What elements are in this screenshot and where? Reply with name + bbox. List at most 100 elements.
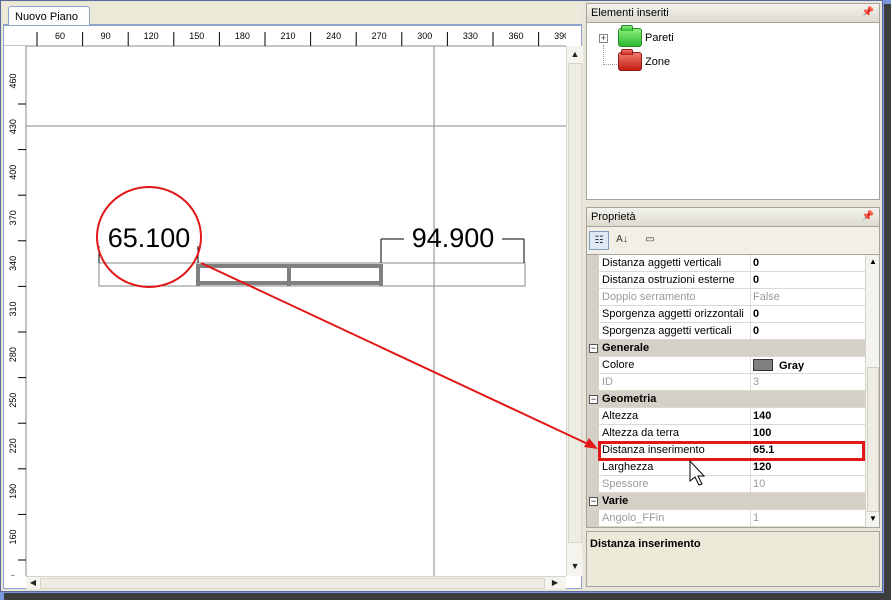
property-name: Doppio serramento xyxy=(602,291,696,303)
property-value[interactable]: 140 xyxy=(753,410,771,422)
property-row[interactable]: ID 3 xyxy=(587,374,865,391)
property-name: ID xyxy=(602,376,613,388)
property-grid-scroll-thumb[interactable] xyxy=(867,367,879,512)
collapse-minus-icon[interactable]: − xyxy=(589,497,598,506)
property-name: Angolo_FFin xyxy=(602,512,665,524)
left-ruler-tick-label: 190 xyxy=(8,484,18,499)
property-row[interactable]: Angolo_FFin 1 xyxy=(587,510,865,527)
property-value[interactable]: 0 xyxy=(753,257,759,269)
property-name: Distanza ostruzioni esterne xyxy=(602,274,735,286)
canvas-vertical-scroll-thumb[interactable] xyxy=(568,63,582,543)
property-row[interactable]: Larghezza 120 xyxy=(587,459,865,476)
scroll-left-arrow-icon[interactable]: ◀ xyxy=(26,577,40,589)
scroll-up-arrow-icon[interactable]: ▲ xyxy=(567,46,583,62)
property-row[interactable]: Distanza inserimento 65.1 xyxy=(587,442,865,459)
window-shadow-right xyxy=(884,4,891,600)
color-name: Gray xyxy=(779,360,805,372)
property-row-gutter xyxy=(587,272,599,289)
top-ruler-tick-label: 240 xyxy=(326,31,341,41)
property-description: Distanza inserimento xyxy=(586,531,880,587)
canvas-horizontal-scroll-thumb[interactable] xyxy=(40,578,545,589)
property-value: 1 xyxy=(753,512,760,524)
property-category-label: Generale xyxy=(602,342,650,354)
property-row[interactable]: Distanza ostruzioni esterne 0 xyxy=(587,272,865,289)
canvas-horizontal-scrollbar[interactable]: ◀ ▶ xyxy=(26,576,566,589)
property-name: Spessore xyxy=(602,478,649,490)
property-value[interactable]: 100 xyxy=(753,427,771,439)
property-category[interactable]: − Varie xyxy=(587,493,865,510)
pin-icon[interactable]: 📌 xyxy=(862,7,874,18)
property-row-gutter xyxy=(587,289,599,306)
property-value[interactable]: 0 xyxy=(753,325,759,337)
pin-icon[interactable]: 📌 xyxy=(862,211,874,222)
scroll-right-arrow-icon[interactable]: ▶ xyxy=(548,577,562,589)
property-column-divider xyxy=(750,408,751,425)
properties-toolbar: ☷ A↓ ▭ xyxy=(586,227,880,254)
property-row-gutter xyxy=(587,459,599,476)
property-value[interactable]: 0 xyxy=(753,308,759,320)
property-row-gutter xyxy=(587,255,599,272)
tree-item-zone[interactable]: Zone xyxy=(587,49,787,73)
property-row-gutter xyxy=(587,323,599,340)
left-ruler-tick-label: 130 xyxy=(8,575,18,576)
top-ruler-tick-label: 90 xyxy=(101,31,111,41)
tree-item-pareti[interactable]: + Pareti xyxy=(587,25,787,49)
alphabetical-sort-icon[interactable]: A↓ xyxy=(612,231,632,250)
property-column-divider xyxy=(750,374,751,391)
property-name: Altezza xyxy=(602,410,639,422)
property-value[interactable]: 0 xyxy=(753,274,759,286)
property-row[interactable]: Altezza da terra 100 xyxy=(587,425,865,442)
expand-plus-icon[interactable]: + xyxy=(599,34,608,43)
property-grid-scrollbar[interactable]: ▲ ▼ xyxy=(865,255,879,527)
property-pages-icon[interactable]: ▭ xyxy=(640,231,660,250)
left-ruler-tick-label: 460 xyxy=(8,73,18,88)
collapse-minus-icon[interactable]: − xyxy=(589,344,598,353)
top-ruler-tick-label: 360 xyxy=(508,31,523,41)
left-ruler-tick-label: 310 xyxy=(8,301,18,316)
property-category-label: Geometria xyxy=(602,393,657,405)
property-row[interactable]: Sporgenza aggetti verticali 0 xyxy=(587,323,865,340)
scroll-up-arrow-icon[interactable]: ▲ xyxy=(866,255,879,269)
property-row[interactable]: Altezza 140 xyxy=(587,408,865,425)
scroll-down-arrow-icon[interactable]: ▼ xyxy=(866,512,879,526)
property-name: Distanza aggetti verticali xyxy=(602,257,722,269)
collapse-minus-icon[interactable]: − xyxy=(589,395,598,404)
scroll-down-arrow-icon[interactable]: ▼ xyxy=(567,558,583,574)
drawing-canvas[interactable]: 60 90 120 150 180 210 240 270 300 330 360 390 460 43… xyxy=(3,25,583,589)
property-column-divider xyxy=(750,357,751,374)
property-value[interactable]: Gray xyxy=(753,359,804,372)
property-row-gutter xyxy=(587,510,599,527)
tree-panel-header: Elementi inseriti 📌 xyxy=(586,3,880,23)
property-name: Sporgenza aggetti orizzontali xyxy=(602,308,744,320)
categorized-view-icon[interactable]: ☷ xyxy=(589,231,609,250)
property-row[interactable]: Colore Gray xyxy=(587,357,865,374)
property-row-gutter xyxy=(587,374,599,391)
canvas-vertical-scrollbar[interactable]: ▲ ▼ xyxy=(566,46,583,576)
property-row[interactable]: Doppio serramento False xyxy=(587,289,865,306)
window-shadow-bottom xyxy=(4,593,891,600)
property-row[interactable]: Sporgenza aggetti orizzontali 0 xyxy=(587,306,865,323)
dimension-left-label: 65.100 xyxy=(108,223,191,253)
property-column-divider xyxy=(750,323,751,340)
property-column-divider xyxy=(750,425,751,442)
property-value[interactable]: 65.1 xyxy=(753,444,774,456)
top-ruler-tick-label: 390 xyxy=(554,31,566,41)
top-ruler-tick-label: 120 xyxy=(144,31,159,41)
property-row[interactable]: Spessore 10 xyxy=(587,476,865,493)
property-category[interactable]: − Generale xyxy=(587,340,865,357)
property-category[interactable]: − Geometria xyxy=(587,391,865,408)
property-value[interactable]: 120 xyxy=(753,461,771,473)
property-value: False xyxy=(753,291,780,303)
property-category-label: Varie xyxy=(602,495,629,507)
document-tab[interactable]: Nuovo Piano xyxy=(8,6,90,26)
window-element[interactable] xyxy=(196,264,383,286)
left-ruler-tick-label: 370 xyxy=(8,210,18,225)
top-ruler-tick-label: 210 xyxy=(280,31,295,41)
tree-item-label: Pareti xyxy=(645,32,674,44)
property-row-gutter xyxy=(587,306,599,323)
top-ruler-tick-label: 300 xyxy=(417,31,432,41)
property-row[interactable]: Distanza aggetti verticali 0 xyxy=(587,255,865,272)
property-column-divider xyxy=(750,289,751,306)
property-row-gutter xyxy=(587,425,599,442)
color-swatch xyxy=(753,359,773,371)
